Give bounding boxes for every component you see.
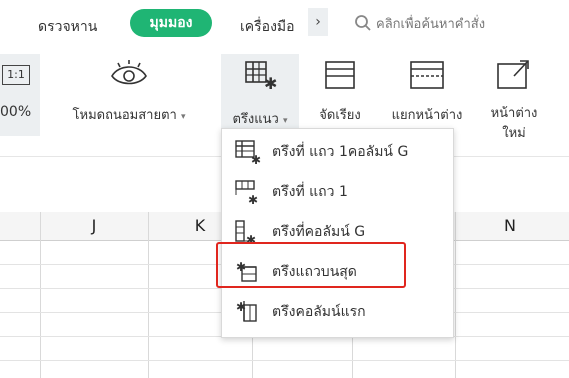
column-header-j[interactable]: J: [40, 212, 148, 241]
svg-text:✱: ✱: [264, 74, 277, 92]
freeze-first-column-icon: ✱: [236, 300, 257, 322]
grid-line: [40, 212, 41, 378]
column-header-n[interactable]: N: [455, 212, 565, 241]
split-window-label: แยกหน้าต่าง: [391, 108, 463, 123]
zoom-100-button[interactable]: 1:1 00%: [0, 54, 40, 136]
tab-scroll-right-button[interactable]: ›: [308, 8, 328, 36]
grid-line: [455, 212, 456, 378]
menu-label: ตรึงที่ แถว 1คอลัมน์ G: [272, 144, 409, 160]
grid-line: [0, 360, 569, 361]
reading-mode-button[interactable]: โหมดถนอมสายตา ▾: [60, 58, 198, 125]
freeze-panes-button[interactable]: ✱ ตรึงแนว ▾: [221, 54, 299, 136]
tab-view[interactable]: มุมมอง: [130, 9, 212, 37]
ribbon-tab-bar: ดรวจหาน มุมมอง เครื่องมือ › คลิกเพื่อค้น…: [0, 0, 569, 46]
menu-freeze-row1[interactable]: ✱ ตรึงที่ แถว 1: [222, 173, 453, 211]
new-window-label-line2: ใหม่: [502, 126, 526, 141]
arrange-windows-button[interactable]: จัดเรียง: [305, 58, 375, 125]
arrange-windows-label: จัดเรียง: [319, 108, 361, 123]
new-window-label-line1: หน้าต่าง: [490, 106, 538, 121]
search-placeholder: คลิกเพื่อค้นหาคำสั่ง: [376, 16, 486, 32]
dropdown-caret-icon: ▾: [180, 112, 186, 122]
freeze-row-icon: ✱: [235, 180, 258, 205]
freeze-panes-label: ตรึงแนว: [232, 112, 279, 127]
search-icon: [355, 15, 371, 31]
zoom-value: 00%: [0, 104, 32, 120]
svg-text:✱: ✱: [248, 193, 258, 205]
grid-line: [148, 212, 149, 378]
highlight-box: [216, 242, 406, 288]
svg-text:✱: ✱: [251, 153, 261, 165]
split-window-icon: [410, 61, 444, 89]
command-search[interactable]: คลิกเพื่อค้นหาคำสั่ง: [354, 12, 485, 34]
menu-freeze-row1-colG[interactable]: ✱ ตรึงที่ แถว 1คอลัมน์ G: [222, 133, 453, 171]
tab-tools[interactable]: เครื่องมือ: [240, 16, 295, 38]
menu-label: ตรึงที่คอลัมน์ G: [272, 224, 366, 240]
menu-freeze-first-column[interactable]: ✱ ตรึงคอลัมน์แรก: [222, 293, 453, 331]
tab-review[interactable]: ดรวจหาน: [38, 16, 97, 38]
new-window-button[interactable]: หน้าต่าง ใหม่: [478, 58, 550, 144]
arrange-windows-icon: [325, 61, 355, 89]
reading-mode-label: โหมดถนอมสายตา: [72, 108, 177, 123]
one-to-one-icon: 1:1: [2, 65, 30, 85]
new-window-icon: [497, 60, 529, 89]
dropdown-caret-icon: ▾: [282, 116, 288, 126]
split-window-button[interactable]: แยกหน้าต่าง: [382, 58, 472, 125]
menu-label: ตรึงที่ แถว 1: [272, 184, 348, 200]
freeze-cells-icon: ✱: [235, 140, 261, 165]
eye-icon: [111, 60, 147, 85]
freeze-panes-menu: ✱ ตรึงที่ แถว 1คอลัมน์ G ✱ ตรึงที่ แถว 1…: [221, 128, 454, 338]
freeze-grid-icon: ✱: [245, 61, 277, 93]
menu-label: ตรึงคอลัมน์แรก: [272, 304, 366, 320]
